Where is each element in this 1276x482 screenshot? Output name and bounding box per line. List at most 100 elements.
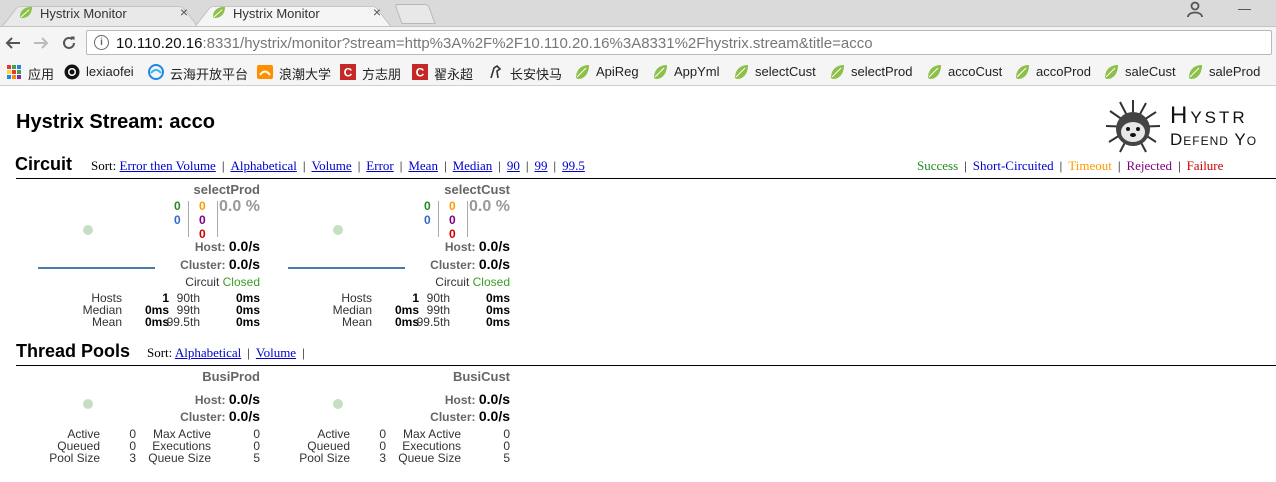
latency-stats: Hosts 1 90th 0ms Median 0ms 99th 0ms Mean 0ms 99.5… xyxy=(10,292,260,332)
sort-option[interactable]: Error then Volume xyxy=(120,158,216,173)
host-rate-row: Host: 0.0/s xyxy=(195,238,260,254)
sort-option[interactable]: Alphabetical xyxy=(175,345,241,360)
sort-option[interactable]: Mean xyxy=(408,158,438,173)
bookmark-label: AppYml xyxy=(674,64,720,79)
sort-option[interactable]: Median xyxy=(453,158,493,173)
circuit-section-title: Circuit xyxy=(15,154,73,174)
bookmark-label: saleProd xyxy=(1209,64,1261,79)
sort-option[interactable]: 99.5 xyxy=(562,158,585,173)
cluster-rate-label: Cluster: xyxy=(430,410,476,424)
legend-separator: | xyxy=(1177,158,1181,173)
reload-icon xyxy=(63,36,75,49)
circuit-health-indicator xyxy=(83,225,93,235)
error-percentage: 0.0 % xyxy=(219,198,260,215)
url-path: :8331/hystrix/monitor?stream=http%3A%2F%… xyxy=(202,35,873,52)
cluster-rate-label: Cluster: xyxy=(430,258,476,272)
spring-leaf-icon xyxy=(576,65,589,79)
request-counts-primary: 00 xyxy=(174,199,181,227)
timeout-count: 0 xyxy=(199,199,206,213)
stat-pool_size-value: 3 xyxy=(379,451,386,465)
legend-item-timeout: Timeout xyxy=(1068,158,1112,173)
profile-icon[interactable] xyxy=(1186,0,1204,18)
circuit-legend: Success | Short-Circuited | Timeout | Rejected… xyxy=(917,158,1223,174)
count-divider xyxy=(438,201,439,237)
inspur-icon xyxy=(257,65,273,79)
tab-close-icon[interactable]: × xyxy=(373,4,381,20)
cluster-rate-value: 0.0/s xyxy=(478,408,510,424)
host-rate-value: 0.0/s xyxy=(228,238,260,254)
svg-text:C: C xyxy=(344,66,353,80)
cloud-sea-icon xyxy=(148,64,164,80)
circuit-name: selectProd xyxy=(193,182,260,197)
github-icon xyxy=(64,64,80,80)
circuit-sort-bar: Sort: Error then Volume | Alphabetical | Vol… xyxy=(91,158,585,174)
circuit-name: selectCust xyxy=(444,182,510,197)
cluster-rate-row: Cluster: 0.0/s xyxy=(430,256,510,272)
hystrix-porcupine-icon xyxy=(1105,100,1161,153)
legend-item-short-circuited: Short-Circuited xyxy=(972,158,1054,173)
count-divider xyxy=(217,201,218,237)
sort-option[interactable]: Error xyxy=(366,158,393,173)
cluster-rate-label: Cluster: xyxy=(180,410,226,424)
bookmark-label: accoCust xyxy=(948,64,1003,79)
rate-sparkline xyxy=(38,267,155,269)
stat-p995-label: 99.5th xyxy=(166,315,200,329)
rejected-count: 0 xyxy=(199,213,206,227)
request-counts-secondary: 000 xyxy=(199,199,206,241)
sort-option[interactable]: Volume xyxy=(256,345,296,360)
circuit-state: Closed xyxy=(472,275,510,289)
sort-option[interactable]: Volume xyxy=(311,158,351,173)
sort-separator: | xyxy=(302,158,306,173)
error-percentage: 0.0 % xyxy=(469,198,510,215)
reload-button[interactable] xyxy=(58,32,80,54)
pool-sort-label: Sort: xyxy=(147,345,173,360)
spring-leaf-icon xyxy=(831,65,844,79)
bookmark-label: lexiaofei xyxy=(86,64,134,79)
thread-pool-sort-bar: Sort: Alphabetical | Volume | xyxy=(147,345,311,361)
circuit-state: Closed xyxy=(222,275,260,289)
bookmark-label: 应用 xyxy=(28,67,55,82)
bookmarks-bar: 应用 lexiaofei 云海开放平台 浪潮大学 C 方志朋 C 翟永超 长安快马 ApiReg A… xyxy=(0,59,1276,86)
stat-mean-label: Mean xyxy=(341,315,372,329)
sort-separator: | xyxy=(553,158,557,173)
sort-separator: | xyxy=(399,158,403,173)
host-rate-label: Host: xyxy=(194,393,226,407)
forward-button[interactable] xyxy=(30,32,52,54)
sort-option[interactable]: 90 xyxy=(507,158,520,173)
host-rate-row: Host: 0.0/s xyxy=(195,391,260,407)
short-circuited-count: 0 xyxy=(174,213,181,227)
bookmark-label: selectCust xyxy=(755,64,816,79)
latency-stats: Hosts 1 90th 0ms Median 0ms 99th 0ms Mean 0ms 99.5… xyxy=(260,292,510,332)
circuit-status: Circuit Closed xyxy=(185,275,260,289)
new-tab-button[interactable] xyxy=(394,4,436,24)
tab-hystrix-monitor-2[interactable]: Hystrix Monitor × xyxy=(195,1,391,26)
tab-bar: Hystrix Monitor × Hystrix Monitor × — xyxy=(0,0,1276,27)
bookmark-label: accoProd xyxy=(1036,64,1091,79)
cluster-rate-value: 0.0/s xyxy=(478,256,510,272)
back-arrow-icon xyxy=(5,37,20,49)
spring-leaf-icon xyxy=(1189,65,1202,79)
circuit-divider xyxy=(16,178,1276,179)
cluster-rate-label: Cluster: xyxy=(180,258,226,272)
spring-leaf-icon xyxy=(928,65,941,79)
tab-close-icon[interactable]: × xyxy=(180,4,188,20)
stat-p995-value: 0ms xyxy=(485,315,510,329)
tab-hystrix-monitor-1[interactable]: Hystrix Monitor × xyxy=(2,1,198,26)
stat-queue_size-label: Queue Size xyxy=(148,451,211,465)
back-button[interactable] xyxy=(2,32,24,54)
info-icon[interactable]: i xyxy=(94,35,109,50)
address-bar[interactable]: i 10.110.20.16:8331/hystrix/monitor?stre… xyxy=(86,30,1272,55)
legend-item-success: Success xyxy=(917,158,959,173)
minimize-button[interactable]: — xyxy=(1238,1,1251,16)
host-rate-label: Host: xyxy=(194,240,226,254)
legend-separator: | xyxy=(964,158,967,173)
circuit-status: Circuit Closed xyxy=(435,275,510,289)
sort-option[interactable]: 99 xyxy=(535,158,548,173)
spring-leaf-icon xyxy=(735,65,748,79)
logo-line-1: Hystr xyxy=(1170,102,1248,129)
csdn-icon: C xyxy=(340,64,356,80)
circuit-monitor-selectProd: selectProd 0 0 0 0 0 0.0 % Host: 0.0/s Cluster: … xyxy=(10,182,260,332)
sort-option[interactable]: Alphabetical xyxy=(230,158,296,173)
thread-pool-stats: Active 0 Max Active 0 Queued 0 Executions 0 Pool… xyxy=(260,428,510,468)
url-text[interactable]: 10.110.20.16:8331/hystrix/monitor?stream… xyxy=(116,35,873,52)
